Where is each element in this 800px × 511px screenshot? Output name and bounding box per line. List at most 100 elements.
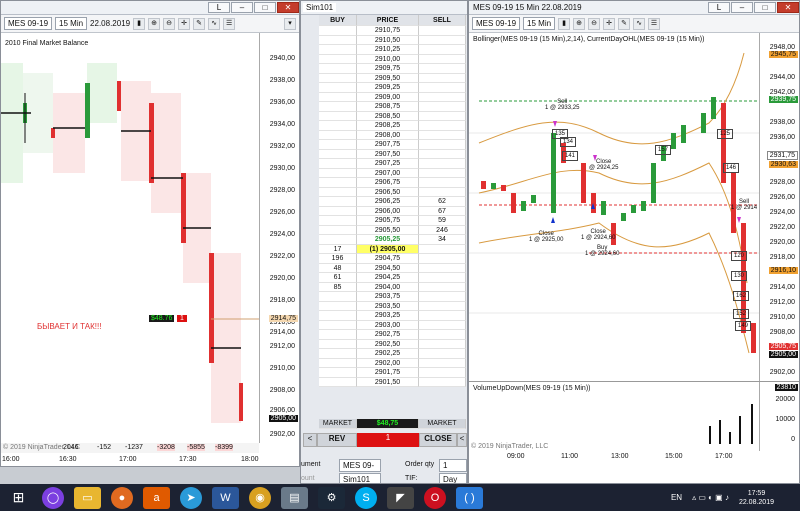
dom-buy-cell[interactable] bbox=[319, 206, 357, 216]
dom-sell-cell[interactable] bbox=[419, 26, 466, 36]
minimize-icon[interactable]: – bbox=[731, 2, 753, 13]
interval-selector[interactable]: 15 Min bbox=[523, 17, 556, 30]
dom-sell-cell[interactable] bbox=[419, 282, 466, 292]
dom-sell-cell[interactable] bbox=[419, 83, 466, 93]
dom-buy-cell[interactable] bbox=[319, 149, 357, 159]
dom-row[interactable]: 2903,50 bbox=[319, 301, 466, 311]
dom-buy-cell[interactable] bbox=[319, 54, 357, 64]
instrument-selector[interactable]: MES 09-19 bbox=[4, 17, 53, 30]
bars-icon[interactable]: ▮ bbox=[558, 17, 571, 30]
instrument-select[interactable]: MES 09-1! bbox=[339, 459, 381, 481]
strategy-icon[interactable]: ☰ bbox=[223, 17, 236, 30]
dom-buy-cell[interactable] bbox=[319, 92, 357, 102]
dom-price-cell[interactable]: 2903,50 bbox=[357, 301, 419, 311]
right-y-axis[interactable]: 2948,00 2945,75 2944,00 2942,00 2939,75 … bbox=[759, 33, 799, 381]
dom-buy-cell[interactable] bbox=[319, 292, 357, 302]
alice-icon[interactable]: ◯ bbox=[42, 486, 64, 509]
dom-price-cell[interactable]: 2903,00 bbox=[357, 320, 419, 330]
tray-icon[interactable]: ▵ ▭ ◐ ▣ ♪ bbox=[692, 493, 729, 502]
dom-row[interactable]: 2902,75 bbox=[319, 330, 466, 340]
dom-row[interactable]: 2903,25 bbox=[319, 311, 466, 321]
crosshair-icon[interactable]: ✛ bbox=[178, 17, 191, 30]
dom-buy-cell[interactable] bbox=[319, 320, 357, 330]
dom-price-cell[interactable]: 2904,00 bbox=[357, 282, 419, 292]
dom-price-cell[interactable]: 2905,25 bbox=[357, 235, 419, 245]
bars-icon[interactable]: ▮ bbox=[133, 17, 146, 30]
dom-sell-cell[interactable]: 34 bbox=[419, 235, 466, 245]
dom-price-cell[interactable]: 2910,00 bbox=[357, 54, 419, 64]
dom-sell-cell[interactable] bbox=[419, 320, 466, 330]
dom-buy-cell[interactable] bbox=[319, 368, 357, 378]
position-count[interactable]: 1 bbox=[177, 315, 187, 322]
dom-row[interactable]: 85 2904,00 bbox=[319, 282, 466, 292]
close-icon[interactable]: ✕ bbox=[277, 2, 299, 13]
tif-select[interactable]: Day bbox=[439, 473, 467, 483]
dom-buy-cell[interactable] bbox=[319, 339, 357, 349]
dom-buy-cell[interactable] bbox=[319, 301, 357, 311]
dom-row[interactable]: 2908,25 bbox=[319, 121, 466, 131]
dom-sell-cell[interactable] bbox=[419, 168, 466, 178]
dom-price-cell[interactable]: 2904,25 bbox=[357, 273, 419, 283]
dom-sell-cell[interactable] bbox=[419, 349, 466, 359]
opera-icon[interactable]: O bbox=[424, 486, 446, 509]
tab-button[interactable]: L bbox=[208, 2, 230, 13]
dom-price-cell[interactable]: 2902,00 bbox=[357, 358, 419, 368]
dom-buy-cell[interactable] bbox=[319, 83, 357, 93]
dom-row[interactable]: 2902,50 bbox=[319, 339, 466, 349]
dom-price-cell[interactable]: 2906,25 bbox=[357, 197, 419, 207]
dom-price-cell[interactable]: 2906,50 bbox=[357, 187, 419, 197]
dom-row[interactable]: 2903,00 bbox=[319, 320, 466, 330]
dom-row[interactable]: 2903,75 bbox=[319, 292, 466, 302]
dom-buy-cell[interactable] bbox=[319, 168, 357, 178]
dom-sell-cell[interactable] bbox=[419, 64, 466, 74]
dom-buy-cell[interactable] bbox=[319, 216, 357, 226]
dom-buy-cell[interactable] bbox=[319, 358, 357, 368]
chrome-icon[interactable]: ◉ bbox=[249, 486, 271, 509]
dom-ladder[interactable]: 2910,75 2910,50 2910,25 2910,00 2909,75 2909,… bbox=[319, 26, 466, 387]
dom-buy-cell[interactable] bbox=[319, 311, 357, 321]
dom-buy-cell[interactable] bbox=[319, 349, 357, 359]
market-buy-button[interactable]: MARKET bbox=[319, 419, 357, 429]
dom-row[interactable]: 17 (1) 2905,00 bbox=[319, 244, 466, 254]
dom-row[interactable]: 196 2904,75 bbox=[319, 254, 466, 264]
dom-sell-cell[interactable] bbox=[419, 292, 466, 302]
dom-sell-cell[interactable] bbox=[419, 301, 466, 311]
left-y-axis[interactable]: 2940,00 2938,00 2936,00 2934,00 2932,00 … bbox=[259, 33, 299, 443]
crosshair-icon[interactable]: ✛ bbox=[603, 17, 616, 30]
dom-sell-cell[interactable] bbox=[419, 35, 466, 45]
dropdown-icon[interactable]: ▾ bbox=[284, 17, 296, 30]
dom-price-cell[interactable]: 2902,50 bbox=[357, 339, 419, 349]
dom-row[interactable]: 2907,00 bbox=[319, 168, 466, 178]
avast-icon[interactable]: a bbox=[143, 486, 170, 509]
dom-buy-cell[interactable] bbox=[319, 235, 357, 245]
dom-buy-cell[interactable] bbox=[319, 330, 357, 340]
dom-price-cell[interactable]: 2903,25 bbox=[357, 311, 419, 321]
dom-price-cell[interactable]: 2910,50 bbox=[357, 35, 419, 45]
dom-row[interactable]: 2909,50 bbox=[319, 73, 466, 83]
draw-icon[interactable]: ✎ bbox=[193, 17, 206, 30]
dom-row[interactable]: 2905,75 59 bbox=[319, 216, 466, 226]
dom-row[interactable]: 2910,25 bbox=[319, 45, 466, 55]
dom-buy-cell[interactable] bbox=[319, 187, 357, 197]
dom-price-cell[interactable]: 2909,50 bbox=[357, 73, 419, 83]
dom-buy-cell[interactable] bbox=[319, 111, 357, 121]
dom-sell-cell[interactable] bbox=[419, 368, 466, 378]
clock[interactable]: 17:59 22.08.2019 bbox=[739, 489, 774, 507]
zoom-icon[interactable]: ⊕ bbox=[148, 17, 161, 30]
dom-row[interactable]: 2906,75 bbox=[319, 178, 466, 188]
dom-sell-cell[interactable] bbox=[419, 263, 466, 273]
dom-row[interactable]: 2907,25 bbox=[319, 159, 466, 169]
maximize-icon[interactable]: □ bbox=[254, 2, 276, 13]
dom-sell-cell[interactable] bbox=[419, 140, 466, 150]
dom-row[interactable]: 2905,50 246 bbox=[319, 225, 466, 235]
market-sell-button[interactable]: MARKET bbox=[419, 419, 466, 429]
dom-price-cell[interactable]: 2907,50 bbox=[357, 149, 419, 159]
skype-icon[interactable]: S bbox=[355, 486, 377, 509]
dom-sell-cell[interactable] bbox=[419, 111, 466, 121]
dom-price-cell[interactable]: 2909,00 bbox=[357, 92, 419, 102]
indicator-icon[interactable]: ∿ bbox=[208, 17, 221, 30]
dom-sell-cell[interactable] bbox=[419, 187, 466, 197]
dom-price-cell[interactable]: 2908,00 bbox=[357, 130, 419, 140]
dom-buy-cell[interactable]: 48 bbox=[319, 263, 357, 273]
dom-price-cell[interactable]: 2905,50 bbox=[357, 225, 419, 235]
